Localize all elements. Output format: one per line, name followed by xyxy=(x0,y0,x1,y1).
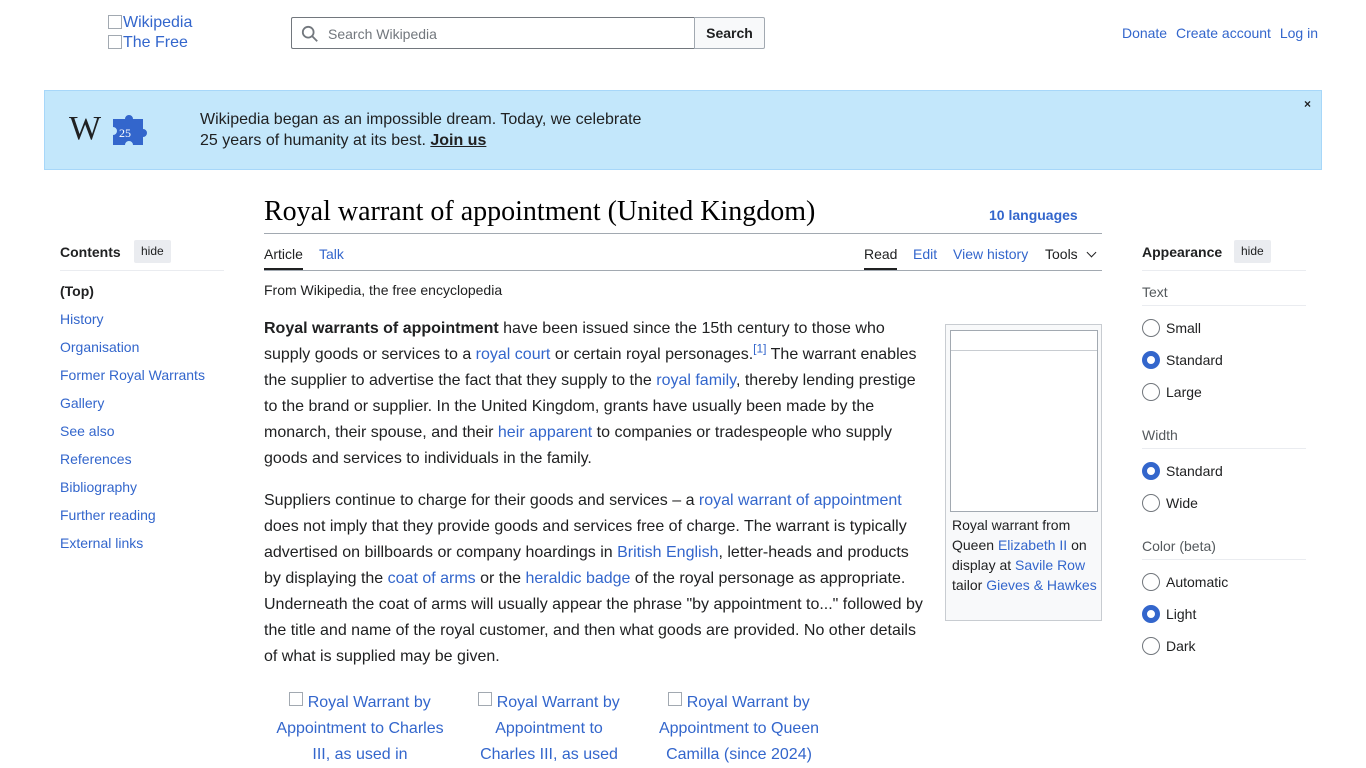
toc-item[interactable]: External links xyxy=(60,535,143,551)
toc-item[interactable]: (Top) xyxy=(60,283,94,299)
width-radio[interactable]: Standard xyxy=(1142,462,1223,480)
royal-court-link[interactable]: royal court xyxy=(476,346,551,363)
toc-heading: Contents xyxy=(60,244,121,260)
user-links: Donate Create account Log in xyxy=(1117,25,1318,41)
thumbnail-caption: Royal warrant from Queen Elizabeth II on… xyxy=(952,517,1097,593)
banner-message: Wikipedia began as an impossible dream. … xyxy=(200,111,642,149)
text-size-radio[interactable]: Standard xyxy=(1142,351,1223,369)
donate-link[interactable]: Donate xyxy=(1122,25,1167,41)
create-account-link[interactable]: Create account xyxy=(1176,25,1271,41)
site-subtitle: From Wikipedia, the free encyclopedia xyxy=(264,282,503,298)
appearance-divider xyxy=(1142,270,1306,271)
gallery-item[interactable]: Royal Warrant by Appointment to Queen Ca… xyxy=(652,690,826,768)
appearance-hide-button[interactable]: hide xyxy=(1234,240,1271,263)
reference-1-link[interactable]: [1] xyxy=(753,342,766,356)
search-button[interactable]: Search xyxy=(694,17,765,49)
thumbnail-figure: Royal warrant from Queen Elizabeth II on… xyxy=(945,324,1102,621)
tab-read[interactable]: Read xyxy=(864,246,898,270)
toc-item[interactable]: Bibliography xyxy=(60,479,137,495)
languages-button[interactable]: 10 languages xyxy=(989,207,1078,223)
heraldic-badge-link[interactable]: heraldic badge xyxy=(525,570,630,587)
tab-article[interactable]: Article xyxy=(264,246,303,270)
color-radio[interactable]: Dark xyxy=(1142,637,1196,655)
appearance-heading: Appearance xyxy=(1142,244,1223,260)
royal-family-link[interactable]: royal family xyxy=(656,372,736,389)
wikipedia-logo[interactable]: Wikipedia The Free xyxy=(108,13,208,53)
lead-paragraph-2: Suppliers continue to charge for their g… xyxy=(264,492,923,665)
text-size-radio[interactable]: Large xyxy=(1142,383,1202,401)
toc-item[interactable]: See also xyxy=(60,423,114,439)
gallery-item[interactable]: Royal Warrant by Appointment to Charles … xyxy=(276,690,444,768)
site-header: Wikipedia The Free Search Donate Create … xyxy=(0,0,1366,66)
fundraising-banner: W 25 Wikipedia began as an impossible dr… xyxy=(44,90,1322,170)
toc-item[interactable]: Organisation xyxy=(60,339,139,355)
toc-item[interactable]: Further reading xyxy=(60,507,156,523)
toc-item[interactable]: Gallery xyxy=(60,395,104,411)
toc-item[interactable]: History xyxy=(60,311,104,327)
chevron-down-icon xyxy=(1086,247,1097,258)
toc-hide-button[interactable]: hide xyxy=(134,240,171,263)
title-divider xyxy=(264,233,1102,234)
broken-image-icon xyxy=(478,692,493,706)
radio-circle-icon xyxy=(1142,573,1160,591)
search-form: Search xyxy=(291,17,765,49)
log-in-link[interactable]: Log in xyxy=(1280,25,1318,41)
banner-logo-badge: 25 xyxy=(119,126,131,140)
heir-apparent-link[interactable]: heir apparent xyxy=(498,424,592,441)
wikipedia-25-logo-icon: W 25 xyxy=(69,110,147,147)
logo-broken-image-icon xyxy=(108,15,122,29)
toc-divider xyxy=(60,270,224,271)
tab-edit[interactable]: Edit xyxy=(913,246,937,262)
text-size-label: Text xyxy=(1142,284,1168,300)
royal-warrant-link[interactable]: royal warrant of appointment xyxy=(699,492,902,509)
color-divider xyxy=(1142,559,1306,560)
search-icon xyxy=(301,25,318,42)
radio-circle-icon xyxy=(1142,637,1160,655)
radio-circle-icon xyxy=(1142,462,1160,480)
broken-image-icon xyxy=(668,692,683,706)
radio-circle-icon xyxy=(1142,319,1160,337)
tools-menu[interactable]: Tools xyxy=(1045,246,1097,262)
coat-of-arms-link[interactable]: coat of arms xyxy=(388,570,476,587)
gieves-hawkes-link[interactable]: Gieves & Hawkes xyxy=(986,577,1096,593)
banner-close-icon[interactable]: × xyxy=(1304,97,1311,111)
text-size-radio[interactable]: Small xyxy=(1142,319,1201,337)
color-radio[interactable]: Automatic xyxy=(1142,573,1228,591)
width-divider xyxy=(1142,448,1306,449)
radio-circle-icon xyxy=(1142,383,1160,401)
tab-talk[interactable]: Talk xyxy=(319,246,344,262)
radio-circle-icon xyxy=(1142,351,1160,369)
lead-paragraph-1: Royal warrants of appointment have been … xyxy=(264,320,917,467)
width-radio[interactable]: Wide xyxy=(1142,494,1198,512)
british-english-link[interactable]: British English xyxy=(617,544,718,561)
color-label: Color (beta) xyxy=(1142,538,1216,554)
radio-circle-icon xyxy=(1142,605,1160,623)
tabs-divider xyxy=(264,270,1102,271)
gallery-item[interactable]: Royal Warrant by Appointment to Charles … xyxy=(470,690,628,768)
page-title: Royal warrant of appointment (United Kin… xyxy=(264,196,816,227)
thumbnail-image[interactable] xyxy=(950,330,1098,512)
width-label: Width xyxy=(1142,427,1178,443)
elizabeth-ii-link[interactable]: Elizabeth II xyxy=(998,537,1067,553)
savile-row-link[interactable]: Savile Row xyxy=(1015,557,1085,573)
broken-image-icon xyxy=(289,692,304,706)
text-size-divider xyxy=(1142,305,1306,306)
tab-view-history[interactable]: View history xyxy=(953,246,1028,262)
search-field[interactable] xyxy=(291,17,695,49)
toc-item[interactable]: Former Royal Warrants xyxy=(60,367,205,383)
radio-circle-icon xyxy=(1142,494,1160,512)
toc-item[interactable]: References xyxy=(60,451,132,467)
svg-text:W: W xyxy=(69,110,102,147)
logo-tagline-broken-image-icon xyxy=(108,35,122,49)
search-input[interactable] xyxy=(326,24,686,44)
color-radio[interactable]: Light xyxy=(1142,605,1196,623)
join-us-link[interactable]: Join us xyxy=(430,132,486,149)
